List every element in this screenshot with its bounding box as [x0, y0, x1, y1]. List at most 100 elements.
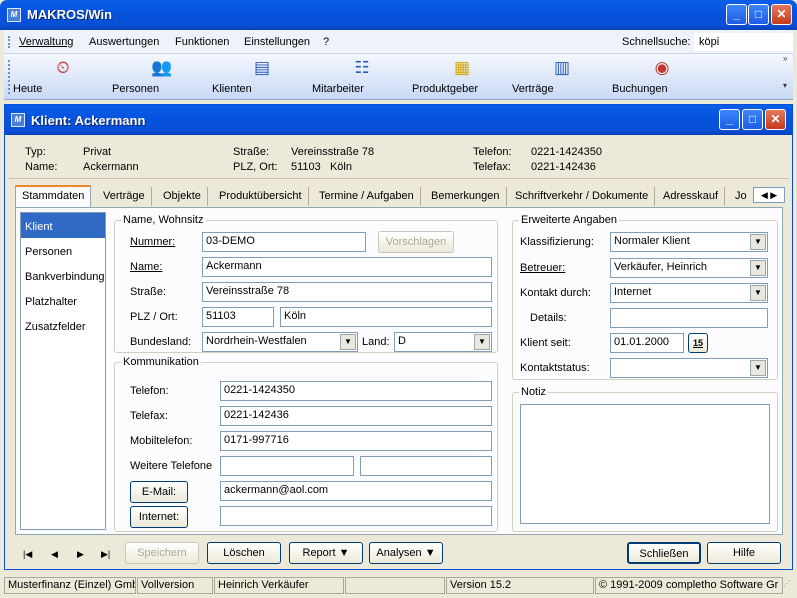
app-icon: M — [7, 8, 21, 22]
bundesland-select[interactable]: Nordrhein-Westfalen ▼ — [202, 332, 358, 352]
info-strasse-value: Vereinsstraße 78 — [291, 146, 375, 158]
weitere-telefon-2-input[interactable] — [360, 456, 492, 476]
tab-vertraege[interactable]: Verträge — [97, 187, 152, 206]
mobiltelefon-input[interactable]: 0171-997716 — [220, 431, 492, 451]
tab-produktuebersicht[interactable]: Produktübersicht — [213, 187, 309, 206]
side-navigation: Klient Personen Bankverbindung Platzhalt… — [20, 212, 106, 530]
menu-auswertungen[interactable]: Auswertungen — [89, 36, 159, 48]
quicksearch-input[interactable]: köpi — [694, 33, 793, 51]
toolbar-produktgeber-label: Produktgeber — [412, 83, 479, 95]
child-maximize-button[interactable]: □ — [742, 109, 763, 130]
toolbar-heute-button[interactable]: ⏲ Heute — [13, 56, 113, 98]
email-button[interactable]: E-Mail: — [130, 481, 188, 503]
kontaktstatus-select[interactable]: ▼ — [610, 358, 768, 378]
toolbar-overflow-icon[interactable]: » ▾ — [783, 54, 791, 100]
stammdaten-panel: Klient Personen Bankverbindung Platzhalt… — [15, 207, 783, 535]
bundesland-value: Nordrhein-Westfalen — [206, 335, 307, 347]
chevron-down-icon[interactable]: ▼ — [750, 285, 766, 301]
sidenav-item-zusatzfelder[interactable]: Zusatzfelder — [21, 313, 105, 338]
klassifizierung-value: Normaler Klient — [614, 235, 690, 247]
strasse-input[interactable]: Vereinsstraße 78 — [202, 282, 492, 302]
tab-termine[interactable]: Termine / Aufgaben — [313, 187, 421, 206]
tab-schriftverkehr[interactable]: Schriftverkehr / Dokumente — [509, 187, 656, 206]
sidenav-item-klient[interactable]: Klient — [21, 213, 105, 238]
plz-ort-label: PLZ / Ort: — [130, 311, 178, 323]
tab-jo[interactable]: Jo — [729, 187, 753, 206]
details-input[interactable] — [610, 308, 768, 328]
loeschen-button[interactable]: Löschen — [207, 542, 281, 564]
klient-seit-input[interactable]: 01.01.2000 — [610, 333, 684, 353]
menu-funktionen[interactable]: Funktionen — [175, 36, 229, 48]
plz-input[interactable]: 51103 — [202, 307, 274, 327]
close-button[interactable]: ✕ — [771, 4, 792, 25]
dropdown-arrow-icon: ▼ — [338, 547, 350, 559]
chevron-down-icon[interactable]: ▼ — [750, 360, 766, 376]
tab-bemerkungen[interactable]: Bemerkungen — [425, 187, 507, 206]
previous-record-icon[interactable]: ◀ — [51, 549, 58, 560]
chevron-down-icon[interactable]: ▼ — [340, 334, 356, 350]
chevron-down-icon[interactable]: ▼ — [474, 334, 490, 350]
status-version-type: Vollversion — [137, 577, 213, 594]
toolbar-personen-label: Personen — [112, 83, 160, 95]
child-minimize-button[interactable]: _ — [719, 109, 740, 130]
chevron-down-icon[interactable]: ▼ — [750, 234, 766, 250]
sidenav-item-platzhalter[interactable]: Platzhalter — [21, 288, 105, 313]
vorschlagen-button[interactable]: Vorschlagen — [378, 231, 454, 253]
sidenav-item-personen[interactable]: Personen — [21, 238, 105, 263]
betreuer-select[interactable]: Verkäufer, Heinrich ▼ — [610, 258, 768, 278]
schliessen-button[interactable]: Schließen — [627, 542, 701, 564]
menu-verwaltung[interactable]: Verwaltung — [19, 36, 73, 48]
next-record-icon[interactable]: ▶ — [77, 549, 84, 560]
details-label: Details: — [530, 312, 567, 324]
klassifizierung-select[interactable]: Normaler Klient ▼ — [610, 232, 768, 252]
internet-button[interactable]: Internet: — [130, 506, 188, 528]
menu-help[interactable]: ? — [323, 36, 329, 48]
calendar-clock-icon: ⏲ — [56, 58, 70, 77]
toolbar-grip[interactable] — [8, 60, 10, 94]
hilfe-button[interactable]: Hilfe — [707, 542, 781, 564]
record-footer: |◀ ◀ ▶ ▶| Speichern Löschen Report ▼ Ana… — [5, 537, 792, 569]
ort-input[interactable]: Köln — [280, 307, 492, 327]
maximize-button[interactable]: □ — [748, 4, 769, 25]
toolbar-buchungen-button[interactable]: ◉ Buchungen — [612, 56, 712, 98]
telefax-input[interactable]: 0221-142436 — [220, 406, 492, 426]
menubar-grip[interactable] — [8, 36, 10, 48]
nummer-input[interactable]: 03-DEMO — [202, 232, 366, 252]
kontakt-durch-select[interactable]: Internet ▼ — [610, 283, 768, 303]
toolbar-klienten-button[interactable]: ▤ Klienten — [212, 56, 312, 98]
telefon-input[interactable]: 0221-1424350 — [220, 381, 492, 401]
menu-einstellungen[interactable]: Einstellungen — [244, 36, 310, 48]
notiz-textarea[interactable] — [520, 404, 770, 524]
products-icon: ▦ — [453, 58, 471, 77]
analysen-button[interactable]: Analysen ▼ — [369, 542, 443, 564]
report-label: Report — [302, 547, 336, 559]
child-close-button[interactable]: ✕ — [765, 109, 786, 130]
tab-scroll-arrows-icon[interactable]: ◀ ▶ — [753, 187, 785, 203]
last-record-icon[interactable]: ▶| — [101, 549, 110, 560]
toolbar-vertraege-button[interactable]: ▥ Verträge — [512, 56, 612, 98]
tab-objekte[interactable]: Objekte — [157, 187, 208, 206]
land-select[interactable]: D ▼ — [394, 332, 492, 352]
sidenav-item-bankverbindung[interactable]: Bankverbindung — [21, 263, 105, 288]
first-record-icon[interactable]: |◀ — [23, 549, 32, 560]
weitere-telefon-1-input[interactable] — [220, 456, 354, 476]
name-wohnsitz-legend: Name, Wohnsitz — [123, 214, 204, 226]
tab-adresskauf[interactable]: Adresskauf — [657, 187, 726, 206]
email-input[interactable]: ackermann@aol.com — [220, 481, 492, 501]
resize-grip-icon[interactable]: ⋰ — [783, 579, 793, 593]
info-telefon-label: Telefon: — [473, 146, 512, 158]
minimize-button[interactable]: _ — [726, 4, 747, 25]
toolbar-mitarbeiter-button[interactable]: ☷ Mitarbeiter — [312, 56, 412, 98]
toolbar-produktgeber-button[interactable]: ▦ Produktgeber — [412, 56, 512, 98]
speichern-button[interactable]: Speichern — [125, 542, 199, 564]
chevron-down-icon[interactable]: ▼ — [750, 260, 766, 276]
calendar-icon[interactable]: 15 — [688, 333, 708, 353]
toolbar-personen-button[interactable]: 👥 Personen — [112, 56, 212, 98]
internet-input[interactable] — [220, 506, 492, 526]
tab-stammdaten[interactable]: Stammdaten — [15, 185, 92, 207]
name-input[interactable]: Ackermann — [202, 257, 492, 277]
report-button[interactable]: Report ▼ — [289, 542, 363, 564]
menu-bar: Verwaltung Auswertungen Funktionen Einst… — [4, 30, 793, 54]
status-empty — [345, 577, 445, 594]
land-label: Land: — [362, 336, 390, 348]
